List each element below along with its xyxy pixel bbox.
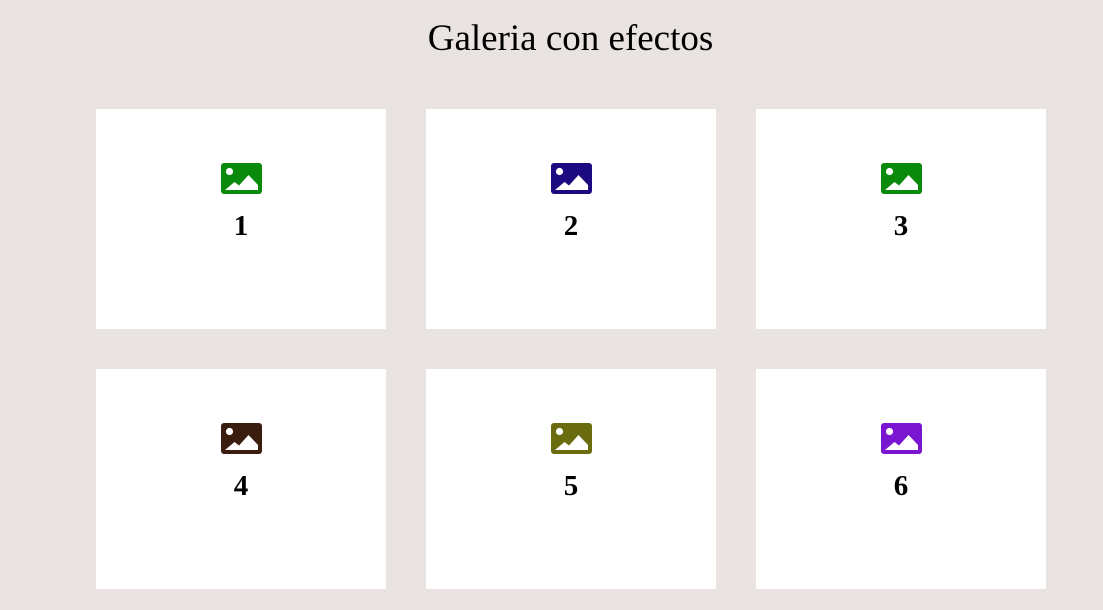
gallery-card-4[interactable]: 4	[96, 369, 386, 589]
gallery-card-3[interactable]: 3	[756, 109, 1046, 329]
gallery-grid: 1 2 3 4 5 6	[96, 109, 1046, 589]
image-icon	[220, 163, 262, 194]
gallery-card-label: 4	[233, 470, 249, 502]
gallery-card-label: 1	[233, 210, 249, 242]
image-icon	[550, 163, 592, 194]
gallery-card-label: 3	[893, 210, 909, 242]
gallery-card-label: 5	[563, 470, 579, 502]
image-icon	[880, 423, 922, 454]
gallery-card-2[interactable]: 2	[426, 109, 716, 329]
gallery-card-6[interactable]: 6	[756, 369, 1046, 589]
image-icon	[220, 423, 262, 454]
image-icon	[550, 423, 592, 454]
gallery-card-5[interactable]: 5	[426, 369, 716, 589]
image-icon	[880, 163, 922, 194]
page-title: Galeria con efectos	[427, 18, 714, 59]
gallery-card-label: 6	[893, 470, 909, 502]
gallery-card-label: 2	[563, 210, 579, 242]
gallery-card-1[interactable]: 1	[96, 109, 386, 329]
